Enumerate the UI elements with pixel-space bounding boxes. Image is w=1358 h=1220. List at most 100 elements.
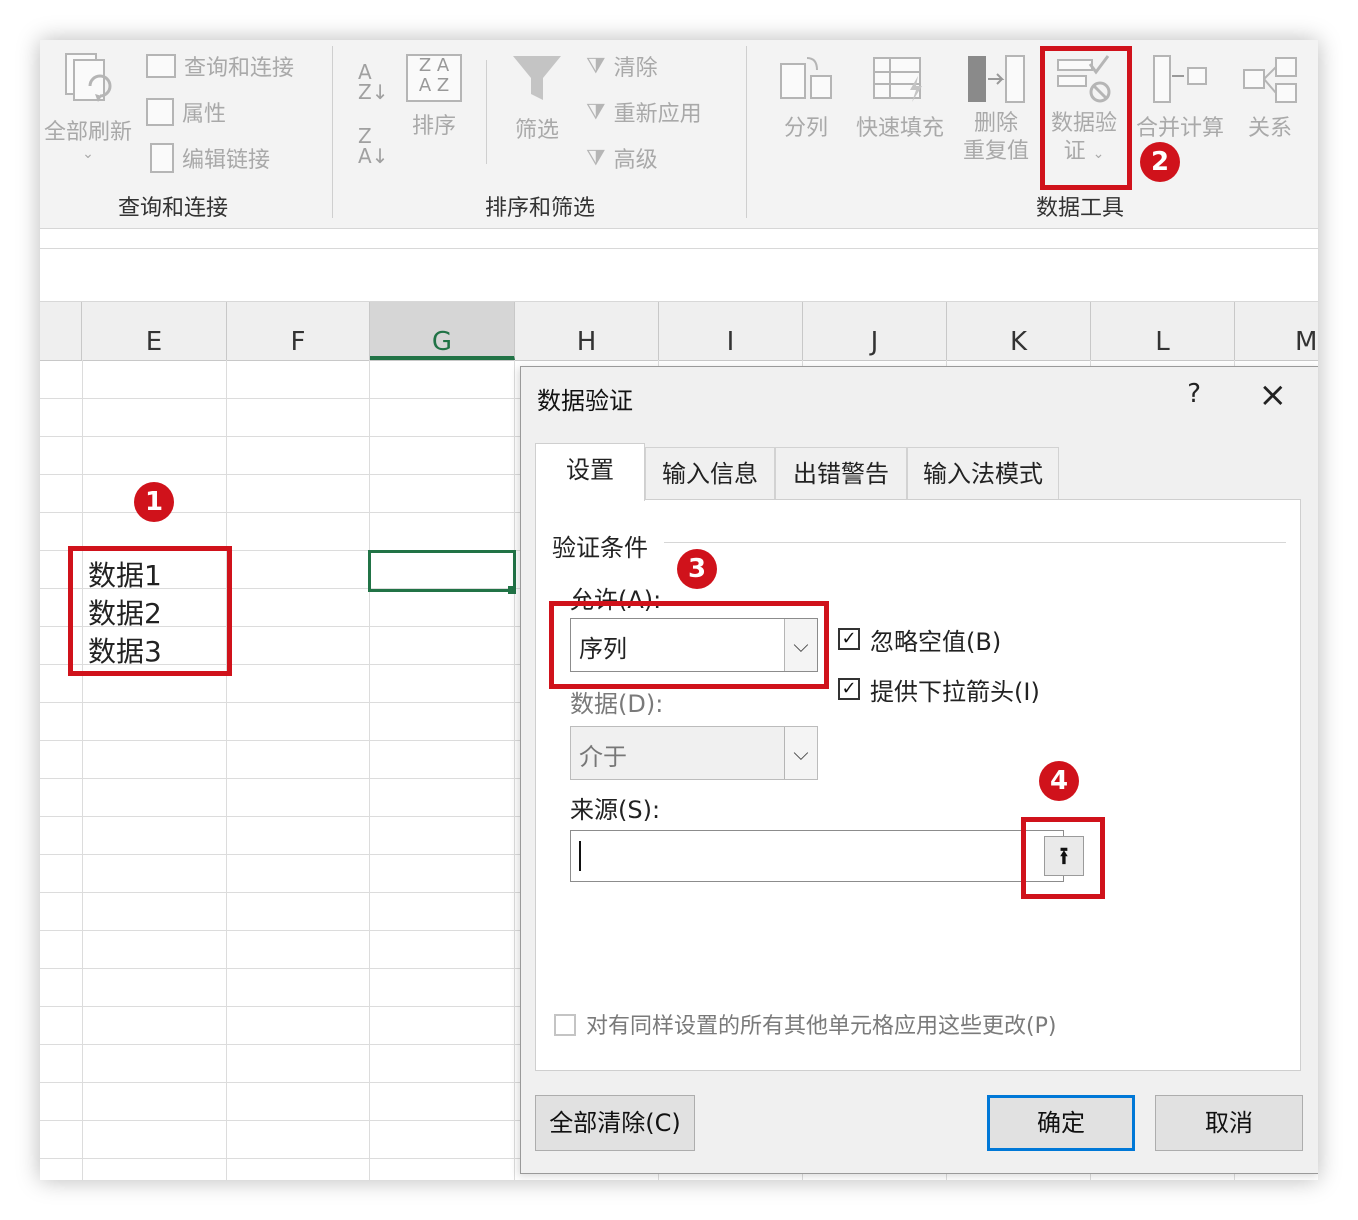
flash-fill-label: 快速填充 (855, 116, 944, 141)
text-to-columns-label: 分列 (783, 116, 828, 141)
advanced-filter-icon: ⧩ (586, 145, 606, 171)
sort-icon: Z AA Z (406, 54, 462, 102)
relationships-icon (1240, 54, 1300, 104)
chevron-down-icon: ⌄ (82, 146, 94, 162)
active-cell-g[interactable] (368, 550, 516, 592)
grid-vline (82, 360, 83, 1180)
reapply-label: 重新应用 (613, 102, 702, 127)
text-to-columns-button[interactable]: 分列 (770, 54, 842, 142)
section-title: 验证条件 (552, 534, 648, 562)
tab-input-message[interactable]: 输入信息 (645, 447, 775, 499)
tab-ime-mode[interactable]: 输入法模式 (907, 447, 1059, 499)
group-separator (746, 46, 747, 218)
properties-button[interactable]: 属性 (146, 94, 226, 130)
tab-error-alert[interactable]: 出错警告 (775, 447, 907, 499)
filter-button[interactable]: 筛选 (506, 52, 568, 144)
step-badge-2: 2 (1140, 142, 1180, 182)
refresh-icon (60, 50, 116, 108)
advanced-button[interactable]: ⧩ 高级 (586, 140, 658, 176)
sort-button[interactable]: Z AA Z 排序 (402, 54, 466, 140)
data-validation-dialog: 数据验证 ? × 设置 输入信息 出错警告 输入法模式 验证条件 允许(A): … (520, 366, 1318, 1174)
data-select-value: 介于 (579, 743, 627, 771)
remove-duplicates-label-1: 删除 (973, 111, 1018, 136)
reapply-icon: ⧩ (586, 99, 606, 125)
sort-asc-icon[interactable]: A Z↓ (358, 62, 388, 102)
fill-handle[interactable] (508, 586, 516, 594)
source-input[interactable] (570, 830, 1064, 882)
tab-settings[interactable]: 设置 (535, 443, 645, 501)
properties-label: 属性 (182, 102, 227, 127)
dropdown-arrow-checkbox[interactable]: ✓ (838, 678, 860, 700)
remove-duplicates-button[interactable]: 删除 重复值 (954, 54, 1038, 166)
cancel-button[interactable]: 取消 (1155, 1095, 1303, 1151)
ok-button[interactable]: 确定 (987, 1095, 1135, 1151)
flash-fill-button[interactable]: 快速填充 (850, 54, 950, 142)
relationships-button[interactable]: 关系 (1234, 54, 1306, 142)
column-header-l[interactable]: L (1091, 302, 1235, 360)
column-header-i[interactable]: I (659, 302, 803, 360)
column-header-g[interactable]: G (370, 302, 515, 360)
clear-filter-icon: ⧩ (586, 53, 606, 79)
dialog-title: 数据验证 (537, 387, 633, 415)
column-header-blank (40, 302, 82, 360)
table-icon (146, 54, 176, 78)
data-select: 介于 ⌵ (570, 726, 818, 780)
queries-connections-label: 查询和连接 (184, 56, 295, 81)
section-divider (664, 542, 1286, 543)
clear-all-button[interactable]: 全部清除(C) (535, 1095, 695, 1151)
group-separator (332, 46, 333, 218)
close-icon[interactable]: × (1259, 375, 1288, 415)
column-header-m[interactable]: M (1235, 302, 1318, 360)
excel-window: 全部刷新 ⌄ 查询和连接 属性 编辑链接 查询和连接 A Z↓ Z A↓ Z AA … (40, 40, 1318, 1180)
column-header-k[interactable]: K (947, 302, 1091, 360)
column-header-j[interactable]: J (803, 302, 947, 360)
chevron-down-icon: ⌵ (784, 727, 817, 779)
apply-all-label[interactable]: 对有同样设置的所有其他单元格应用这些更改(P) (586, 1008, 1056, 1040)
step-badge-3: 3 (677, 549, 717, 589)
step-badge-4: 4 (1039, 761, 1079, 801)
source-label: 来源(S): (570, 796, 661, 824)
consolidate-button[interactable]: 合并计算 (1134, 54, 1226, 142)
formula-bar[interactable] (40, 248, 1318, 302)
clear-button[interactable]: ⧩ 清除 (586, 48, 658, 84)
highlight-source-cells (68, 546, 232, 676)
group-label-data-tools: 数据工具 (1035, 196, 1124, 221)
data-label: 数据(D): (570, 690, 664, 718)
remove-duplicates-icon (964, 54, 1028, 104)
column-header-e[interactable]: E (82, 302, 227, 360)
refresh-all-button[interactable]: 全部刷新 ⌄ (40, 50, 136, 162)
remove-duplicates-label-2: 重复值 (962, 139, 1029, 164)
column-header-h[interactable]: H (515, 302, 659, 360)
edit-links-button[interactable]: 编辑链接 (150, 140, 270, 176)
advanced-label: 高级 (613, 148, 658, 173)
ignore-blank-label[interactable]: 忽略空值(B) (870, 622, 1001, 657)
reapply-button[interactable]: ⧩ 重新应用 (586, 94, 702, 130)
sort-desc-icon[interactable]: Z A↓ (358, 126, 388, 166)
apply-all-checkbox[interactable] (554, 1014, 576, 1036)
column-header-f[interactable]: F (227, 302, 370, 360)
dropdown-arrow-label[interactable]: 提供下拉箭头(I) (870, 672, 1040, 707)
filter-icon (509, 52, 565, 106)
edit-links-icon (150, 143, 174, 173)
grid-vline (369, 360, 370, 1180)
properties-icon (146, 98, 174, 126)
sort-label: 排序 (411, 114, 456, 139)
queries-connections-button[interactable]: 查询和连接 (146, 48, 294, 84)
ribbon: 全部刷新 ⌄ 查询和连接 属性 编辑链接 查询和连接 A Z↓ Z A↓ Z AA … (40, 40, 1318, 229)
highlight-data-validation (1040, 46, 1132, 190)
highlight-collapse-button (1021, 817, 1105, 899)
filter-label: 筛选 (514, 118, 559, 143)
flash-fill-icon (870, 54, 930, 104)
text-to-columns-icon (777, 54, 835, 104)
consolidate-icon (1150, 54, 1210, 104)
ignore-blank-checkbox[interactable]: ✓ (838, 628, 860, 650)
group-separator (486, 60, 487, 164)
step-badge-1: 1 (134, 482, 174, 522)
consolidate-label: 合并计算 (1135, 116, 1224, 141)
group-label-query: 查询和连接 (117, 196, 228, 221)
help-icon[interactable]: ? (1187, 379, 1201, 409)
column-headers: E F G H I J K L M (40, 302, 1318, 361)
relationships-label: 关系 (1247, 116, 1292, 141)
grid-vline (514, 360, 515, 1180)
highlight-allow-select (549, 601, 829, 689)
